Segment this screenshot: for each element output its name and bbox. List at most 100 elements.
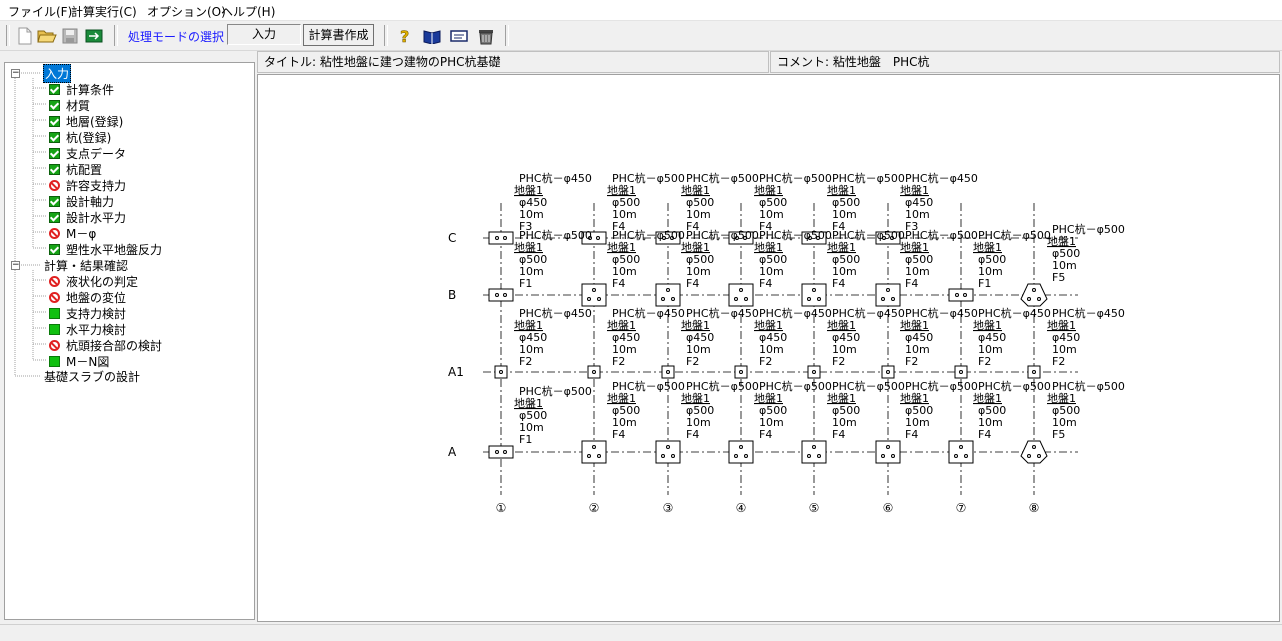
prohibited-icon	[49, 339, 60, 351]
footing-F2[interactable]	[881, 365, 895, 379]
footing-F2[interactable]	[494, 365, 508, 379]
footing-F3[interactable]	[488, 231, 514, 245]
tree-node-input[interactable]: 入力	[43, 63, 72, 83]
pile-label-line: F4	[686, 428, 699, 441]
plan-canvas[interactable]: C B A1 A ① ② ③ ④ ⑤ ⑥ ⑦ ⑧ PHC杭－φ450 地盤1 φ450 10m F3 PHC杭－φ…	[257, 74, 1280, 622]
menu-bar: ファイル(F) 計算実行(C) オプション(O) ヘルプ(H)	[0, 0, 1282, 21]
row-label: C	[448, 231, 456, 245]
tree-node-slab[interactable]: 基礎スラブの設計	[43, 368, 141, 384]
footing-F2[interactable]	[807, 365, 821, 379]
export-icon[interactable]	[83, 25, 105, 47]
tree-item-label: 液状化の判定	[66, 274, 139, 289]
footing-F1[interactable]	[948, 288, 974, 302]
tree-item[interactable]: 杭(登録)	[49, 129, 112, 145]
green-square-icon	[49, 323, 60, 335]
new-file-icon[interactable]	[14, 25, 36, 47]
footing-F4[interactable]	[728, 440, 754, 464]
tree-item[interactable]: 支点データ	[49, 145, 127, 161]
input-expander[interactable]: −	[11, 69, 20, 78]
pile-label-line: PHC杭－φ450	[978, 306, 1051, 320]
tree-node-calc-label: 計算・結果確認	[44, 258, 129, 273]
tree-item[interactable]: 計算条件	[49, 81, 115, 97]
menu-options[interactable]: オプション(O)	[147, 3, 226, 20]
footing-F4[interactable]	[655, 283, 681, 307]
tree-item[interactable]: 支持力検討	[49, 305, 127, 321]
pile-label-line: PHC杭－φ500	[759, 171, 832, 185]
help-icon[interactable]: ?	[394, 25, 416, 47]
tree-node-calc[interactable]: 計算・結果確認	[43, 257, 129, 273]
footing-F2[interactable]	[1027, 365, 1041, 379]
tree-item-label: 計算条件	[66, 82, 115, 97]
pile-label-line: PHC杭－φ450	[905, 306, 978, 320]
toolbar-separator	[114, 25, 118, 46]
pile-label-line: PHC杭－φ500	[686, 171, 759, 185]
footing-F4[interactable]	[655, 440, 681, 464]
tree-item[interactable]: 設計水平力	[49, 209, 127, 225]
mode-value[interactable]: 入力	[227, 24, 301, 45]
pile-label-line: PHC杭－φ500	[519, 228, 592, 242]
trash-icon[interactable]	[475, 25, 497, 47]
mode-select-label[interactable]: 処理モードの選択	[128, 28, 224, 45]
tree-item-label: 水平力検討	[66, 322, 127, 337]
footing-F5[interactable]	[1020, 283, 1048, 307]
footing-F4[interactable]	[801, 283, 827, 307]
tree-item-label: M－φ	[66, 226, 97, 241]
footing-F2[interactable]	[734, 365, 748, 379]
title-bar: タイトル: 粘性地盤に建つ建物のPHC杭基礎	[257, 51, 769, 73]
tree-item[interactable]: 材質	[49, 97, 91, 113]
tree-item[interactable]: 許容支持力	[49, 177, 127, 193]
checkbox-checked-icon	[49, 147, 60, 159]
menu-calc[interactable]: 計算実行(C)	[71, 3, 137, 20]
book-icon[interactable]	[421, 25, 443, 47]
pile-label-line: F2	[905, 355, 918, 368]
tree-item-label: 設計軸力	[66, 194, 115, 209]
tree-item[interactable]: 杭頭接合部の検討	[49, 337, 163, 353]
footing-F4[interactable]	[875, 440, 901, 464]
checkbox-checked-icon	[49, 83, 60, 95]
prohibited-icon	[49, 179, 60, 191]
footing-F1[interactable]	[488, 288, 514, 302]
svg-text:?: ?	[400, 27, 409, 45]
footing-F4[interactable]	[581, 440, 607, 464]
checkbox-checked-icon	[49, 211, 60, 223]
pile-label-line: PHC杭－φ500	[978, 228, 1051, 242]
calc-expander[interactable]: −	[11, 261, 20, 270]
footing-F4[interactable]	[581, 283, 607, 307]
footing-F2[interactable]	[954, 365, 968, 379]
pile-label-line: F1	[978, 277, 991, 290]
open-folder-icon[interactable]	[36, 25, 58, 47]
tree-item[interactable]: 塑性水平地盤反力	[49, 241, 163, 257]
tree-node-slab-label: 基礎スラブの設計	[44, 369, 141, 384]
footing-F4[interactable]	[801, 440, 827, 464]
footing-F4[interactable]	[728, 283, 754, 307]
tree-item-label: 支持力検討	[66, 306, 127, 321]
menu-help[interactable]: ヘルプ(H)	[221, 3, 275, 20]
pile-label-line: F2	[686, 355, 699, 368]
footing-F4[interactable]	[875, 283, 901, 307]
footing-F1[interactable]	[488, 445, 514, 459]
tree-item[interactable]: 水平力検討	[49, 321, 127, 337]
save-icon[interactable]	[59, 25, 81, 47]
tree-item-label: 許容支持力	[66, 178, 127, 193]
tree-item[interactable]: 設計軸力	[49, 193, 115, 209]
column-label: ②	[589, 501, 600, 515]
tree-item[interactable]: M－φ	[49, 225, 97, 241]
menu-file[interactable]: ファイル(F)	[8, 3, 72, 20]
footing-F2[interactable]	[661, 365, 675, 379]
tree-item[interactable]: 地層(登録)	[49, 113, 124, 129]
pile-label-line: F4	[759, 277, 772, 290]
column-label: ①	[496, 501, 507, 515]
toolbar-grip	[6, 25, 10, 46]
pile-label-line: F1	[519, 277, 532, 290]
footing-F2[interactable]	[587, 365, 601, 379]
footing-F4[interactable]	[948, 440, 974, 464]
tree-item-label: 地盤の変位	[66, 290, 127, 305]
column-label: ⑥	[883, 501, 894, 515]
report-button[interactable]: 計算書作成	[303, 24, 374, 46]
footing-F5[interactable]	[1020, 440, 1048, 464]
tree-item[interactable]: 地盤の変位	[49, 289, 127, 305]
tree-item[interactable]: 杭配置	[49, 161, 103, 177]
keyboard-icon[interactable]	[448, 25, 470, 47]
pile-label-line: PHC杭－φ500	[759, 379, 832, 393]
tree-item[interactable]: 液状化の判定	[49, 273, 139, 289]
